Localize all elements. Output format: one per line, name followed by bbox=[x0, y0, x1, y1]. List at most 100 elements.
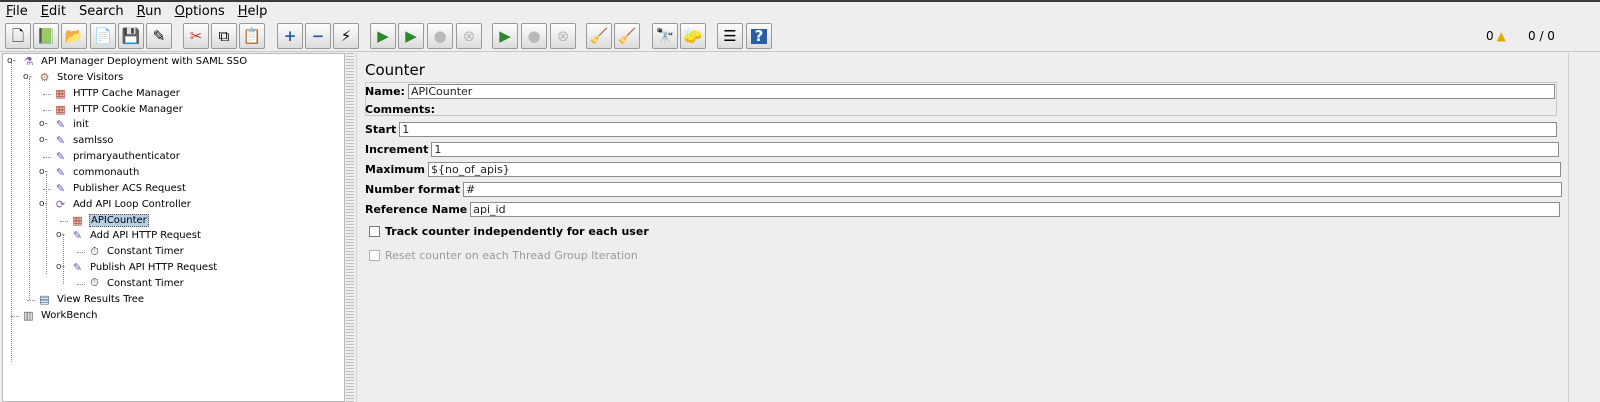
checkbox-box[interactable] bbox=[369, 250, 380, 261]
search-icon: 🔭 bbox=[655, 26, 675, 45]
tree-node[interactable]: ⟳ Add API Loop Controller bbox=[53, 197, 192, 212]
tree-node[interactable]: ✎ init bbox=[53, 117, 90, 132]
tree-expand-toggle[interactable]: o- bbox=[39, 119, 48, 129]
tree-node[interactable]: ✎ samlsso bbox=[53, 133, 114, 148]
tree-node-label: primaryauthenticator bbox=[73, 151, 180, 163]
tree-connector bbox=[43, 157, 51, 159]
function-helper-button[interactable]: ☰ bbox=[717, 23, 743, 49]
tree-connector bbox=[60, 220, 68, 222]
tree-expand-toggle[interactable]: o- bbox=[23, 72, 32, 82]
tree-node[interactable]: ▦ APICounter bbox=[70, 213, 149, 228]
thread-group-icon: ⚙ bbox=[39, 70, 50, 84]
close-file-button[interactable]: 📄 bbox=[90, 23, 116, 49]
new-button[interactable]: 🗋 bbox=[5, 23, 31, 49]
shutdown-button[interactable]: ⊗ bbox=[456, 23, 482, 49]
start-button[interactable]: ▶ bbox=[370, 23, 396, 49]
tree-guide-line bbox=[11, 62, 12, 362]
start-icon: ▶ bbox=[377, 26, 389, 45]
config-element-icon: ▦ bbox=[55, 86, 66, 100]
track-per-user-checkbox[interactable]: Track counter independently for each use… bbox=[369, 225, 649, 238]
tree-expand-toggle[interactable]: o- bbox=[39, 135, 48, 145]
save-as-icon: ✎ bbox=[152, 26, 166, 45]
tree-node[interactable]: ✎ Add API HTTP Request bbox=[70, 228, 202, 243]
menu-edit[interactable]: Edit bbox=[39, 4, 68, 19]
menu-run[interactable]: Run bbox=[135, 4, 164, 19]
remote-stop-icon: ● bbox=[527, 26, 541, 45]
timer-icon: ⏱ bbox=[90, 276, 99, 290]
toolbar: 0 ▲ 0 / 0 🗋 📗 📂 📄 💾 ✎ ✂ ⧉ 📋 + − ⚡ ▶ ▶ ● ⊗ ▶ ● ⊗ 🧹 🧹 🔭 🧽 ☰? bbox=[0, 20, 1600, 52]
reference-name-field[interactable]: api_id bbox=[470, 202, 1561, 217]
number-format-field[interactable]: # bbox=[463, 182, 1562, 197]
help-button[interactable]: ? bbox=[746, 23, 772, 49]
menu-options[interactable]: Options bbox=[173, 4, 227, 19]
maximum-label: Maximum bbox=[365, 163, 425, 176]
remote-shutdown-icon: ⊗ bbox=[556, 26, 570, 45]
name-field[interactable]: APICounter bbox=[407, 84, 1555, 99]
menu-file[interactable]: File bbox=[4, 4, 30, 19]
increment-field[interactable]: 1 bbox=[431, 142, 1560, 157]
expand-icon: + bbox=[283, 26, 297, 45]
save-button[interactable]: 💾 bbox=[118, 23, 144, 49]
start-label: Start bbox=[365, 123, 397, 136]
maximum-field[interactable]: ${no_of_apis} bbox=[428, 162, 1561, 177]
open-button[interactable]: 📂 bbox=[61, 23, 87, 49]
number-format-label: Number format bbox=[365, 183, 460, 196]
remote-stop-button[interactable]: ● bbox=[521, 23, 547, 49]
save-as-button[interactable]: ✎ bbox=[146, 23, 172, 49]
tree-node[interactable]: ▤ View Results Tree bbox=[37, 292, 145, 307]
menu-help[interactable]: Help bbox=[236, 4, 270, 19]
tree-node[interactable]: ✎ Publisher ACS Request bbox=[53, 181, 187, 196]
start-no-pauses-button[interactable]: ▶ bbox=[398, 23, 424, 49]
reference-name-row: Reference Name api_id bbox=[365, 201, 1561, 218]
test-plan-tree[interactable]: o- ⚗ API Manager Deployment with SAML SSO o… bbox=[2, 53, 345, 402]
paste-button[interactable]: 📋 bbox=[239, 23, 265, 49]
search-button[interactable]: 🔭 bbox=[652, 23, 678, 49]
collapse-button[interactable]: − bbox=[305, 23, 331, 49]
checkbox-box[interactable] bbox=[369, 226, 380, 237]
cut-button[interactable]: ✂ bbox=[183, 23, 209, 49]
tree-node[interactable]: ✎ Publish API HTTP Request bbox=[70, 260, 218, 275]
tree-node[interactable]: ▦ HTTP Cache Manager bbox=[53, 86, 181, 101]
clear-all-button[interactable]: 🧹 bbox=[614, 23, 640, 49]
right-edge bbox=[1568, 53, 1600, 402]
tree-connector bbox=[43, 188, 51, 190]
tree-node[interactable]: ⏱ Constant Timer bbox=[87, 276, 185, 291]
loop-controller-icon: ⟳ bbox=[55, 197, 66, 211]
copy-icon: ⧉ bbox=[218, 26, 230, 45]
tree-node[interactable]: ⚙ Store Visitors bbox=[37, 70, 124, 85]
menu-search[interactable]: Search bbox=[77, 4, 126, 19]
tree-node[interactable]: ⏱ Constant Timer bbox=[87, 244, 185, 259]
close-file-icon: 📄 bbox=[93, 26, 113, 45]
panel-title: Counter bbox=[365, 61, 425, 79]
tree-node-label: HTTP Cache Manager bbox=[73, 87, 180, 99]
tree-node[interactable]: ✎ primaryauthenticator bbox=[53, 149, 181, 164]
remote-start-button[interactable]: ▶ bbox=[492, 23, 518, 49]
templates-icon: 📗 bbox=[36, 26, 56, 45]
reset-search-button[interactable]: 🧽 bbox=[680, 23, 706, 49]
menu-bar: File Edit Search Run Options Help bbox=[0, 0, 1600, 20]
split-pane-divider[interactable] bbox=[346, 53, 354, 402]
templates-button[interactable]: 📗 bbox=[33, 23, 59, 49]
stop-button[interactable]: ● bbox=[427, 23, 453, 49]
error-indicator[interactable]: 0 ▲ bbox=[1486, 29, 1506, 43]
clear-icon: 🧹 bbox=[589, 26, 609, 45]
toggle-button[interactable]: ⚡ bbox=[333, 23, 359, 49]
clear-button[interactable]: 🧹 bbox=[586, 23, 612, 49]
reset-per-iteration-checkbox[interactable]: Reset counter on each Thread Group Itera… bbox=[369, 249, 638, 262]
sampler-icon: ✎ bbox=[55, 118, 66, 132]
copy-button[interactable]: ⧉ bbox=[211, 23, 237, 49]
remote-shutdown-button[interactable]: ⊗ bbox=[550, 23, 576, 49]
flask-icon: ⚗ bbox=[23, 55, 34, 68]
track-per-user-label: Track counter independently for each use… bbox=[385, 225, 649, 238]
paste-icon: 📋 bbox=[242, 26, 262, 45]
stop-icon: ● bbox=[433, 26, 447, 45]
tree-node[interactable]: ▦ HTTP Cookie Manager bbox=[53, 102, 184, 117]
sampler-icon: ✎ bbox=[72, 229, 83, 243]
name-row: Name: APICounter bbox=[365, 83, 1555, 100]
tree-node[interactable]: ▥ WorkBench bbox=[21, 308, 99, 323]
tree-node[interactable]: ✎ commonauth bbox=[53, 165, 140, 180]
name-label: Name: bbox=[365, 85, 405, 98]
start-field[interactable]: 1 bbox=[399, 122, 1558, 137]
expand-button[interactable]: + bbox=[277, 23, 303, 49]
tree-node[interactable]: ⚗ API Manager Deployment with SAML SSO bbox=[21, 54, 248, 69]
